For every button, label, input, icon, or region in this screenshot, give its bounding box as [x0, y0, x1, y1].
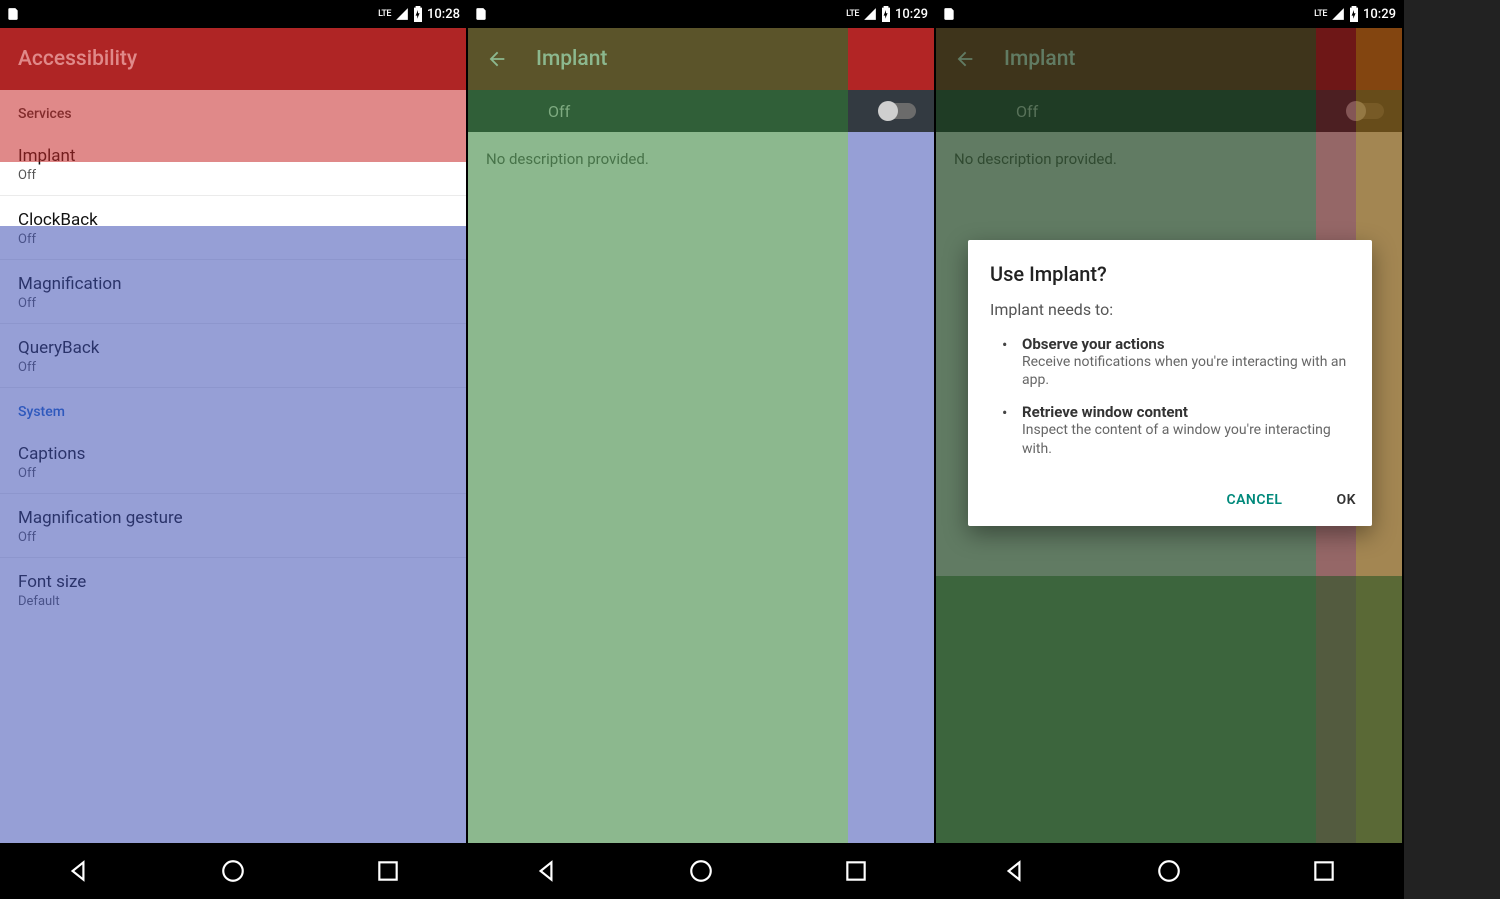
list-row-magnification-gesture[interactable]: Magnification gesture Off [0, 494, 466, 558]
row-sub: Off [18, 530, 448, 545]
sd-card-icon [6, 7, 20, 21]
row-sub: Off [18, 168, 448, 183]
status-bar: LTE 10:28 [0, 0, 466, 28]
home-icon[interactable] [1156, 858, 1182, 884]
service-description: No description provided. [468, 132, 934, 186]
battery-icon [413, 6, 423, 22]
row-title: Font size [18, 572, 448, 592]
phone-screen-implant-dialog: LTE 10:29 Implant Off No description pro… [936, 0, 1404, 899]
nav-bar [936, 843, 1402, 899]
network-indicator: LTE [1314, 9, 1327, 19]
ok-button[interactable]: OK [1320, 488, 1372, 512]
clock: 10:28 [427, 7, 460, 22]
row-sub: Default [18, 594, 448, 609]
permission-dialog: Use Implant? Implant needs to: Observe y… [968, 240, 1372, 526]
back-button[interactable] [486, 48, 508, 70]
home-icon[interactable] [688, 858, 714, 884]
recents-icon[interactable] [843, 858, 869, 884]
app-bar-title: Accessibility [18, 47, 137, 71]
back-icon[interactable] [1001, 858, 1027, 884]
signal-icon [1331, 7, 1345, 21]
back-icon[interactable] [533, 858, 559, 884]
bullet-title: Observe your actions [1022, 335, 1350, 353]
switch-off[interactable] [880, 103, 916, 119]
app-bar-title: Implant [536, 47, 607, 71]
battery-icon [1349, 6, 1359, 22]
back-icon[interactable] [65, 858, 91, 884]
row-title: Implant [18, 146, 448, 166]
app-bar: Implant [468, 28, 934, 90]
toggle-label: Off [548, 102, 570, 121]
recents-icon[interactable] [1311, 858, 1337, 884]
service-toggle-row[interactable]: Off [468, 90, 934, 132]
dialog-bullets: Observe your actions Receive notificatio… [990, 335, 1350, 458]
list-row-queryback[interactable]: QueryBack Off [0, 324, 466, 388]
cancel-button[interactable]: CANCEL [1216, 488, 1292, 512]
list-row-captions[interactable]: Captions Off [0, 430, 466, 494]
row-sub: Off [18, 360, 448, 375]
list-row-magnification[interactable]: Magnification Off [0, 260, 466, 324]
bullet-retrieve: Retrieve window content Inspect the cont… [1008, 403, 1350, 457]
bullet-desc: Receive notifications when you're intera… [1022, 353, 1350, 389]
signal-icon [863, 7, 877, 21]
row-title: Magnification [18, 274, 448, 294]
signal-icon [395, 7, 409, 21]
clock: 10:29 [1363, 7, 1396, 22]
dialog-lead: Implant needs to: [990, 300, 1350, 319]
bullet-title: Retrieve window content [1022, 403, 1350, 421]
list-row-implant[interactable]: Implant Off [0, 132, 466, 196]
sd-card-icon [474, 7, 488, 21]
row-title: Captions [18, 444, 448, 464]
list-row-clockback[interactable]: ClockBack Off [0, 196, 466, 260]
list-row-font-size[interactable]: Font size Default [0, 558, 466, 621]
network-indicator: LTE [378, 9, 391, 19]
phone-screen-accessibility: LTE 10:28 Accessibility Services Implant… [0, 0, 468, 899]
status-bar: LTE 10:29 [468, 0, 934, 28]
bullet-desc: Inspect the content of a window you're i… [1022, 421, 1350, 457]
row-title: QueryBack [18, 338, 448, 358]
sd-card-icon [942, 7, 956, 21]
dialog-actions: CANCEL OK [968, 476, 1372, 526]
recents-icon[interactable] [375, 858, 401, 884]
clock: 10:29 [895, 7, 928, 22]
dialog-title: Use Implant? [990, 262, 1350, 286]
network-indicator: LTE [846, 9, 859, 19]
battery-icon [881, 6, 891, 22]
row-sub: Off [18, 466, 448, 481]
row-title: Magnification gesture [18, 508, 448, 528]
overlay-blue [848, 132, 934, 843]
section-header-system: System [0, 388, 466, 430]
app-bar: Accessibility [0, 28, 466, 90]
status-bar: LTE 10:29 [936, 0, 1402, 28]
section-header-services: Services [0, 90, 466, 132]
nav-bar [468, 843, 934, 899]
row-title: ClockBack [18, 210, 448, 230]
row-sub: Off [18, 232, 448, 247]
row-sub: Off [18, 296, 448, 311]
phone-screen-implant-detail: LTE 10:29 Implant Off No description pro… [468, 0, 936, 899]
home-icon[interactable] [220, 858, 246, 884]
nav-bar [0, 843, 466, 899]
bullet-observe: Observe your actions Receive notificatio… [1008, 335, 1350, 389]
